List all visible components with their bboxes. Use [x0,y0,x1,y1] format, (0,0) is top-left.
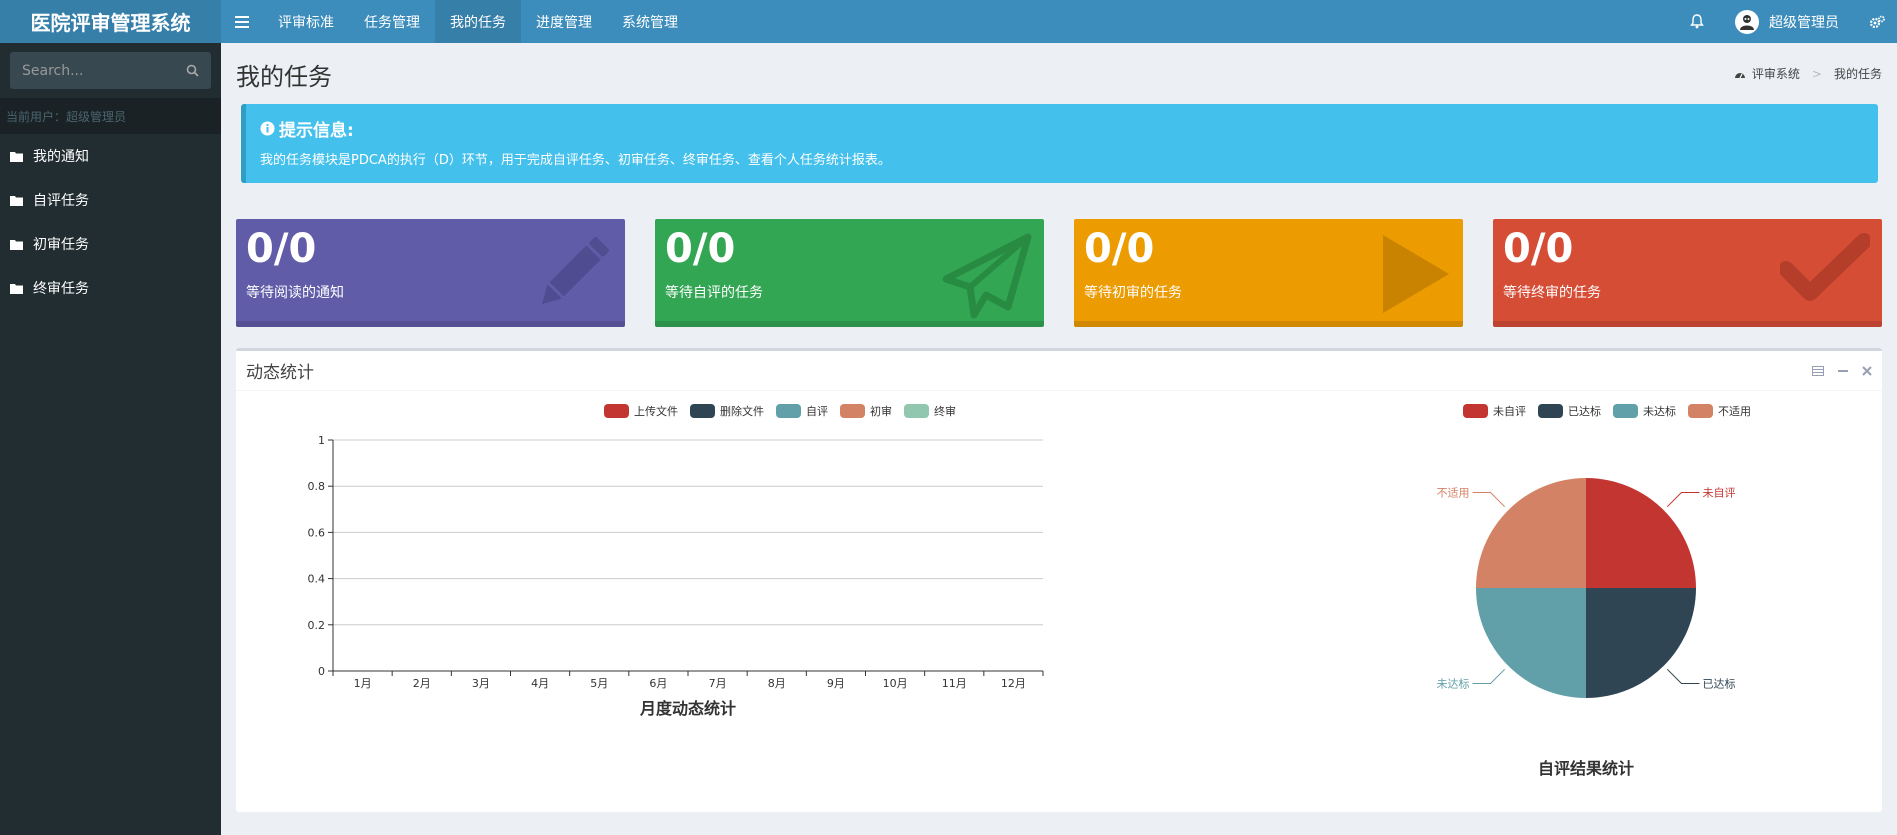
sidebar-item-label: 初审任务 [33,237,89,253]
x-tick-label: 8月 [768,677,786,690]
stat-label: 等待初审的任务 [1084,285,1182,301]
hamburger-icon [235,15,249,28]
nav-item-system[interactable]: 系统管理 [607,0,693,43]
search-input[interactable]: Search... [22,63,83,79]
sidebar: Search... 当前用户：超级管理员 我的通知 自评任务 初审任务 终审任务 [0,43,221,835]
x-tick-label: 10月 [883,677,908,690]
pie-label-line [1666,668,1700,684]
breadcrumb-current: 我的任务 [1833,67,1882,81]
breadcrumb: 评审系统 > 我的任务 [1734,65,1882,82]
paper-plane-icon [942,233,1032,319]
minimize-icon[interactable] [1838,366,1848,376]
folder-icon [10,283,23,294]
x-tick-label: 3月 [472,677,490,690]
callout-title: 提示信息: [279,121,354,141]
current-user-label: 当前用户：超级管理员 [0,98,221,134]
stat-value: 0/0 [665,226,736,272]
stat-label: 等待自评的任务 [665,285,763,301]
sidebar-item-notices[interactable]: 我的通知 [0,134,221,178]
pie-label-line [1666,492,1700,508]
pie-label: 未达标 [1437,676,1470,690]
stat-label: 等待终审的任务 [1503,285,1601,301]
breadcrumb-home[interactable]: 评审系统 [1752,65,1800,82]
nav-item-task-management[interactable]: 任务管理 [349,0,435,43]
panel-title: 动态统计 [246,363,314,383]
x-tick-label: 9月 [827,677,845,690]
stat-value: 0/0 [1503,226,1574,272]
x-tick-label: 7月 [709,677,727,690]
sidebar-item-final-review[interactable]: 终审任务 [0,266,221,310]
pie-label-line [1472,668,1506,684]
dashboard-icon [1734,72,1745,78]
y-tick-label: 0.6 [308,526,326,539]
nav-item-standards[interactable]: 评审标准 [263,0,349,43]
x-tick-label: 12月 [1001,677,1026,690]
avatar [1735,9,1759,34]
user-menu[interactable]: 超级管理员 [1717,9,1857,34]
x-tick-label: 4月 [531,677,549,690]
sidebar-item-label: 我的通知 [33,149,89,165]
y-tick-label: 0.8 [308,480,326,493]
sidebar-item-self-review[interactable]: 自评任务 [0,178,221,222]
self-review-pie-chart: 未自评已达标 未达标 不适用自评结果统计 [1437,478,1735,778]
x-tick-label: 1月 [354,677,372,690]
y-tick-label: 0 [318,665,325,678]
main-content: 我的任务 评审系统 > 我的任务 提示信息: 我的任务模块是PDCA的执行（D）… [221,43,1897,835]
sidebar-toggle-button[interactable] [221,0,263,43]
info-circle-icon [260,121,275,136]
folder-icon [10,195,23,206]
page-title: 我的任务 [236,63,332,91]
x-tick-label: 6月 [649,677,667,690]
play-icon [1383,235,1449,313]
x-tick-label: 5月 [590,677,608,690]
chart-title: 自评结果统计 [1538,759,1634,778]
breadcrumb-separator: > [1811,66,1822,81]
chart-title: 月度动态统计 [639,699,736,718]
sidebar-search[interactable]: Search... [10,52,211,89]
y-tick-label: 1 [318,434,325,447]
folder-icon [10,239,23,250]
user-name: 超级管理员 [1769,14,1839,31]
x-tick-label: 2月 [413,677,431,690]
stat-label: 等待阅读的通知 [246,285,344,301]
stat-box-initial-review[interactable]: 0/0 等待初审的任务 [1074,219,1463,327]
stat-box-self-review[interactable]: 0/0 等待自评的任务 [655,219,1044,327]
y-tick-label: 0.4 [308,573,326,586]
stat-box-notices[interactable]: 0/0 等待阅读的通知 [236,219,625,327]
close-icon[interactable] [1862,365,1872,376]
notifications-bell-icon[interactable] [1677,14,1717,29]
app-logo[interactable]: 医院评审管理系统 [0,0,221,43]
monthly-line-chart: 00.20.40.60.811月 2月 3月 4月 5月 6月 7月 8月 9月 10月 11月 12… [308,434,1044,718]
pie-label: 未自评 [1702,487,1735,500]
x-tick-label: 11月 [942,677,967,690]
sidebar-item-initial-review[interactable]: 初审任务 [0,222,221,266]
y-tick-label: 0.2 [308,619,326,632]
stat-value: 0/0 [1084,226,1155,272]
sidebar-item-label: 自评任务 [33,193,89,209]
info-callout: 提示信息: 我的任务模块是PDCA的执行（D）环节，用于完成自评任务、初审任务、… [241,104,1878,183]
search-icon [186,64,199,77]
stat-value: 0/0 [246,226,317,272]
stat-box-final-review[interactable]: 0/0 等待终审的任务 [1493,219,1882,327]
pie-label: 不适用 [1437,487,1470,500]
dynamic-stats-panel: 动态统计 上传文件 删除文件 自评 初审 终审 0 0.2 0.4 0.6 0.8 1 1月… [236,348,1882,812]
settings-gears-icon[interactable] [1857,15,1897,29]
nav-item-my-tasks[interactable]: 我的任务 [435,0,521,43]
pencil-icon [541,237,609,305]
top-navbar: 医院评审管理系统 评审标准 任务管理 我的任务 进度管理 系统管理 超级管理员 [0,0,1897,43]
check-icon [1780,233,1870,301]
pie-label-line [1472,492,1506,508]
pie-label: 已达标 [1702,676,1735,690]
nav-item-progress[interactable]: 进度管理 [521,0,607,43]
table-view-icon[interactable] [1812,365,1824,376]
sidebar-item-label: 终审任务 [33,281,89,297]
panel-header: 动态统计 [236,351,1882,391]
callout-text: 我的任务模块是PDCA的执行（D）环节，用于完成自评任务、初审任务、终审任务、查… [260,153,891,168]
folder-icon [10,151,23,162]
